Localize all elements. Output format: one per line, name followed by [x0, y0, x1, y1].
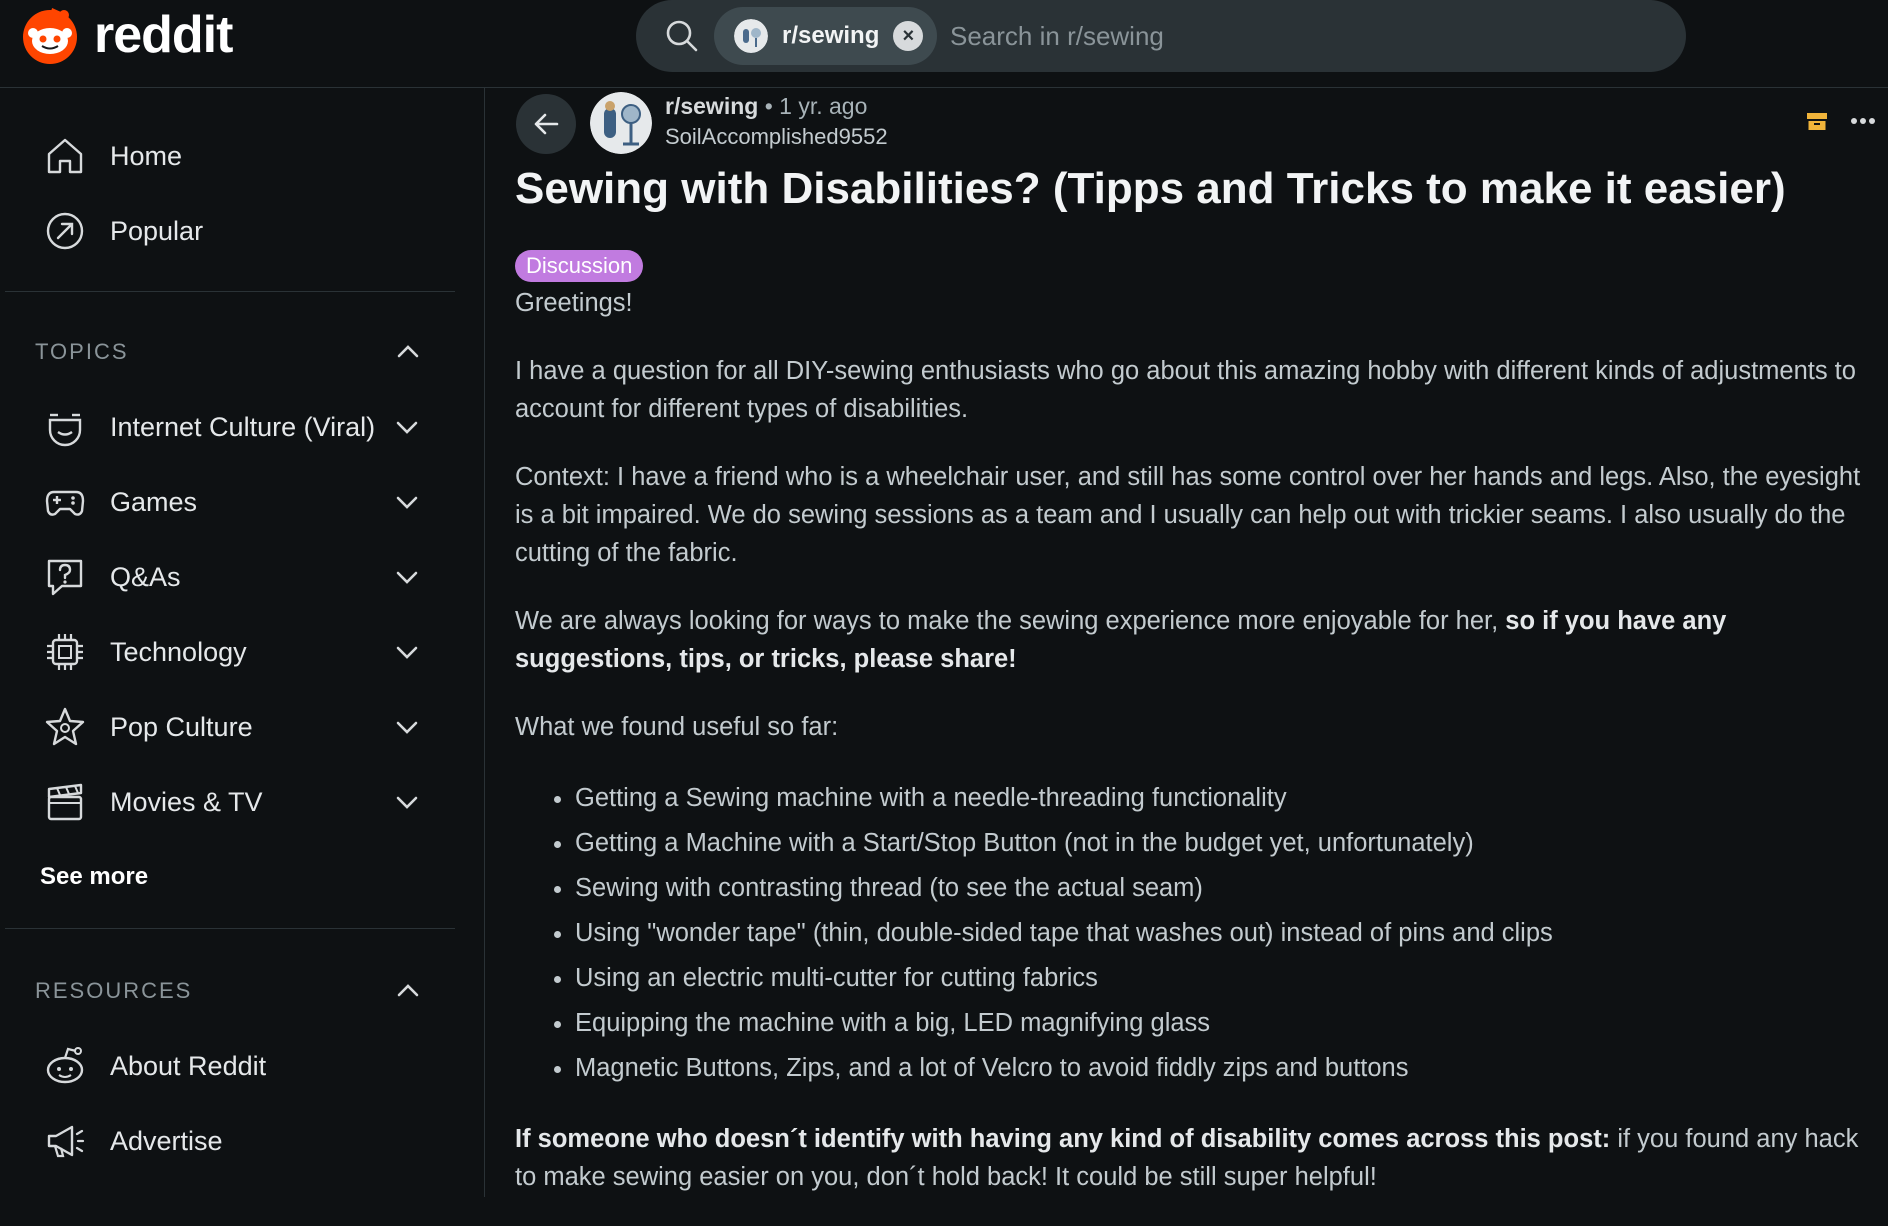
resources-section-header[interactable]: RESOURCES	[35, 971, 430, 1011]
list-item: Using "wonder tape" (thin, double-sided …	[575, 911, 1870, 956]
list-item: Magnetic Buttons, Zips, and a lot of Vel…	[575, 1046, 1870, 1091]
sidebar-item-label: About Reddit	[110, 1050, 267, 1081]
search-icon	[666, 20, 698, 52]
star-icon	[45, 707, 85, 746]
sidebar-item-qas[interactable]: Q&As	[30, 545, 460, 609]
post-body: Greetings! I have a question for all DIY…	[515, 284, 1870, 1226]
sidebar-item-about-reddit[interactable]: About Reddit	[30, 1034, 460, 1098]
list-item: Equipping the machine with a big, LED ma…	[575, 1001, 1870, 1046]
post-meta: r/sewing • 1 yr. ago	[665, 93, 867, 120]
community-filter-chip[interactable]: r/sewing ×	[714, 7, 938, 65]
chevron-down-icon	[396, 646, 418, 659]
post-paragraph: We are always looking for ways to make t…	[515, 602, 1870, 678]
list-item: Getting a Sewing machine with a needle-t…	[575, 776, 1870, 821]
chevron-down-icon	[396, 721, 418, 734]
post-actions	[1806, 108, 1876, 134]
post-title: Sewing with Disabilities? (Tipps and Tri…	[515, 164, 1786, 213]
list-item: Getting a Machine with a Start/Stop Butt…	[575, 821, 1870, 866]
subreddit-avatar[interactable]	[590, 92, 652, 154]
chevron-down-icon	[396, 496, 418, 509]
close-icon[interactable]: ×	[893, 21, 924, 51]
sidebar-item-label: Movies & TV	[110, 786, 263, 817]
sidebar-item-label: Home	[110, 140, 183, 171]
sidebar-item-label: Advertise	[110, 1125, 223, 1156]
post-paragraph: Context: I have a friend who is a wheelc…	[515, 463, 1861, 567]
subreddit-avatar-icon	[734, 19, 768, 53]
clapperboard-icon	[47, 783, 83, 821]
sidebar-item-advertise[interactable]: Advertise	[30, 1109, 460, 1173]
post-paragraph: I have a question for all DIY-sewing ent…	[515, 357, 1856, 423]
more-options-icon[interactable]	[1850, 108, 1876, 134]
chevron-down-icon	[396, 421, 418, 434]
chevron-up-icon	[397, 345, 419, 358]
sidebar-item-technology[interactable]: Technology	[30, 620, 460, 684]
see-more-link[interactable]: See more	[40, 863, 148, 891]
paragraph-bold-text: If someone who doesn´t identify with hav…	[515, 1125, 1611, 1153]
post-paragraph: Greetings!	[515, 289, 633, 317]
sidebar-divider	[5, 291, 455, 292]
chevron-down-icon	[396, 571, 418, 584]
paragraph-text: We are always looking for ways to make t…	[515, 607, 1506, 635]
sidebar-item-label: Games	[110, 486, 198, 517]
post-paragraph: What we found useful so far:	[515, 713, 839, 741]
sidebar-item-label: Internet Culture (Viral)	[110, 411, 376, 442]
chevron-down-icon	[396, 796, 418, 809]
post-age: 1 yr. ago	[779, 93, 868, 119]
sidebar-item-label: Popular	[110, 215, 204, 246]
sidebar-item-label: Pop Culture	[110, 711, 253, 742]
question-icon	[47, 559, 83, 596]
sidebar-item-label: Q&As	[110, 561, 181, 592]
search-input[interactable]	[948, 14, 1648, 58]
list-item: Sewing with contrasting thread (to see t…	[575, 866, 1870, 911]
post-flair[interactable]: Discussion	[515, 250, 644, 282]
topics-section-header[interactable]: TOPICS	[35, 332, 430, 372]
sidebar-item-internet-culture[interactable]: Internet Culture (Viral)	[30, 395, 460, 459]
list-item: Using an electric multi-cutter for cutti…	[575, 956, 1870, 1001]
sidebar-item-home[interactable]: Home	[30, 124, 460, 188]
subreddit-link[interactable]: r/sewing	[665, 93, 758, 119]
reddit-alien-icon	[46, 1047, 84, 1084]
community-chip-label: r/sewing	[782, 22, 880, 49]
sidebar-item-popular[interactable]: Popular	[30, 199, 460, 263]
archive-icon[interactable]	[1806, 110, 1828, 132]
reddit-logo-icon	[23, 7, 77, 64]
arrow-left-icon	[534, 113, 559, 135]
chevron-up-icon	[397, 984, 419, 997]
sidebar-divider	[5, 928, 455, 929]
sidebar-item-label: Technology	[110, 636, 247, 667]
post-author[interactable]: SoilAccomplished9552	[665, 124, 888, 150]
sidebar-item-movies-tv[interactable]: Movies & TV	[30, 770, 460, 834]
topics-title: TOPICS	[35, 339, 129, 364]
popular-icon	[46, 212, 84, 250]
internet-culture-icon	[48, 413, 82, 447]
meta-separator: •	[764, 93, 773, 119]
gamepad-icon	[45, 490, 85, 516]
tips-list: Getting a Sewing machine with a needle-t…	[515, 776, 1870, 1091]
reddit-logo[interactable]: reddit	[20, 5, 233, 65]
top-header: reddit r/sewing ×	[0, 0, 1888, 88]
left-sidebar: Home Popular TOPICS Internet Culture (Vi…	[0, 88, 485, 1197]
sidebar-item-games[interactable]: Games	[30, 470, 460, 534]
chip-icon	[47, 634, 83, 670]
resources-title: RESOURCES	[35, 978, 193, 1003]
home-icon	[47, 138, 83, 174]
post-detail: r/sewing • 1 yr. ago SoilAccomplished955…	[486, 88, 1888, 1197]
back-button[interactable]	[516, 94, 576, 154]
megaphone-icon	[47, 1125, 85, 1158]
sidebar-item-pop-culture[interactable]: Pop Culture	[30, 695, 460, 759]
search-bar[interactable]: r/sewing ×	[636, 0, 1686, 72]
reddit-wordmark: reddit	[94, 6, 233, 64]
post-paragraph: If someone who doesn´t identify with hav…	[515, 1120, 1870, 1196]
